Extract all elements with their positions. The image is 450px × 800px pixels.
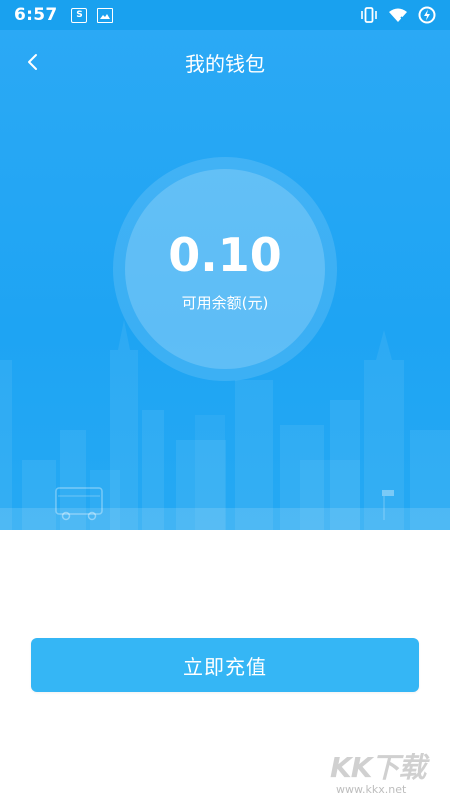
chevron-left-icon: [28, 54, 37, 70]
watermark: KK下载 www.kkx.net: [330, 746, 445, 798]
title-bar: 我的钱包: [0, 30, 450, 94]
balance-amount: 0.10: [168, 227, 282, 282]
balance-label: 可用余额(元): [181, 293, 269, 312]
status-bar: 6:57 S: [0, 0, 450, 30]
data-saver-icon: [418, 6, 436, 24]
balance-ring: 0.10 可用余额(元): [113, 157, 337, 381]
photo-app-icon: [97, 7, 114, 23]
recharge-button[interactable]: 立即充值: [31, 638, 419, 692]
page-title: 我的钱包: [185, 51, 265, 76]
status-right-icons: [360, 6, 436, 24]
wallet-hero: 我的钱包 0.10 可用余额(元): [0, 30, 450, 530]
s-app-icon: S: [71, 7, 88, 23]
status-time: 6:57: [14, 5, 58, 25]
watermark-logo: KK下载: [330, 751, 426, 784]
ground-band: [0, 508, 450, 530]
vibrate-icon: [360, 7, 378, 23]
wifi-icon: [388, 7, 408, 23]
back-button[interactable]: [16, 46, 48, 78]
balance-circle: 0.10 可用余额(元): [125, 169, 325, 369]
watermark-url: www.kkx.net: [336, 783, 407, 796]
